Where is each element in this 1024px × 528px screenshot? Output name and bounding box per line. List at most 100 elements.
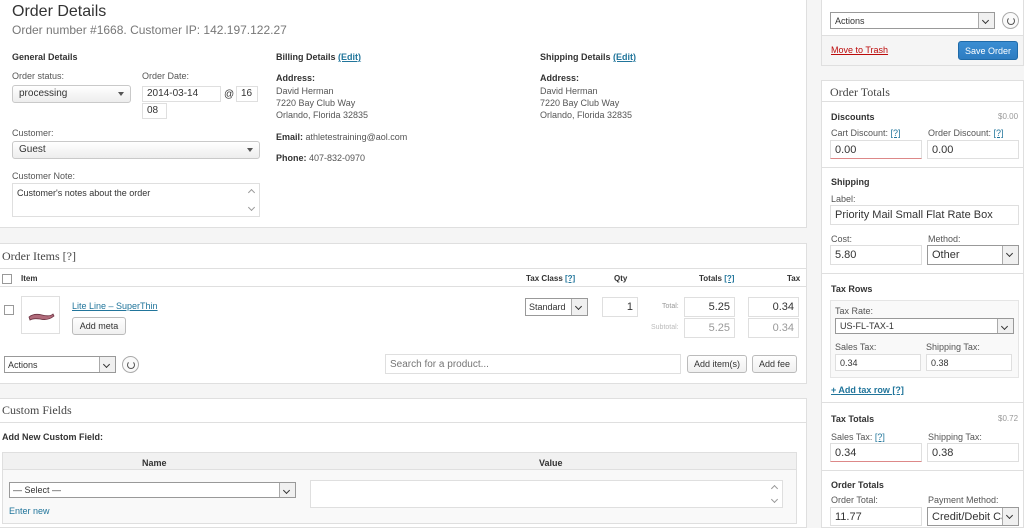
discounts-heading: Discounts xyxy=(831,112,875,122)
order-date-label: Order Date: xyxy=(142,71,190,81)
order-items-title: Order Items [?] xyxy=(2,249,76,263)
custom-field-name-select[interactable]: — Select — xyxy=(9,482,296,498)
divider xyxy=(822,273,1023,274)
customer-note-label: Customer Note: xyxy=(12,171,76,181)
scroll-up-icon xyxy=(770,484,779,493)
divider xyxy=(822,402,1023,403)
customer-select[interactable]: Guest xyxy=(12,141,260,159)
custom-fields-title: Custom Fields xyxy=(2,403,72,417)
chevron-down-icon xyxy=(99,357,115,372)
chevron-down-icon xyxy=(247,148,253,152)
payment-method-select[interactable]: Credit/Debit Ca xyxy=(927,507,1019,526)
items-actions-value: Actions xyxy=(8,360,38,370)
save-order-button[interactable]: Save Order xyxy=(958,41,1018,60)
at-symbol: @ xyxy=(224,89,235,100)
divider xyxy=(822,167,1023,168)
column-item: Item xyxy=(21,274,38,283)
shipping-tax-input[interactable] xyxy=(927,443,1019,462)
tax-rate-select[interactable]: US-FL-TAX-1 xyxy=(835,318,1014,334)
refresh-icon[interactable] xyxy=(122,356,139,373)
chevron-down-icon xyxy=(978,13,994,28)
row-sales-tax-label: Sales Tax: xyxy=(835,342,877,352)
page-title: Order Details xyxy=(12,3,107,20)
line-tax-input[interactable] xyxy=(748,297,799,317)
product-name-link[interactable]: Lite Line – SuperThin xyxy=(72,301,158,311)
divider xyxy=(0,422,807,423)
customer-note-textarea[interactable]: Customer's notes about the order xyxy=(12,183,260,217)
line-subtotal-input[interactable] xyxy=(684,318,735,338)
column-name: Name xyxy=(142,458,167,468)
add-items-button[interactable]: Add item(s) xyxy=(687,355,747,373)
column-value: Value xyxy=(539,458,563,468)
tax-rate-label: Tax Rate: xyxy=(835,306,874,316)
shipping-method-label: Method: xyxy=(928,234,961,244)
order-discount-input[interactable] xyxy=(927,140,1019,159)
items-actions-select[interactable]: Actions xyxy=(4,356,116,373)
shipping-city: Orlando, Florida 32835 xyxy=(540,110,633,120)
shipping-label-input[interactable] xyxy=(830,205,1019,225)
order-discount-label: Order Discount: [?] xyxy=(928,128,1004,138)
tax-class-select[interactable]: Standard xyxy=(525,298,588,316)
billing-details-heading: Billing Details (Edit) xyxy=(276,52,362,62)
order-actions-value: Actions xyxy=(835,16,865,26)
shipping-name: David Herman xyxy=(540,86,598,96)
order-status-value: processing xyxy=(19,88,68,99)
product-search-input[interactable] xyxy=(385,354,681,374)
add-fee-button[interactable]: Add fee xyxy=(752,355,797,373)
shipping-edit-link[interactable]: (Edit) xyxy=(613,52,636,62)
sales-tax-input[interactable] xyxy=(830,443,922,462)
shipping-cost-input[interactable] xyxy=(830,245,922,265)
add-meta-button[interactable]: Add meta xyxy=(72,317,126,335)
tax-totals-heading: Tax Totals xyxy=(831,414,875,424)
order-actions-select[interactable]: Actions xyxy=(830,12,995,29)
subtotal-label: Subtotal: xyxy=(651,324,679,331)
chevron-down-icon xyxy=(997,319,1013,333)
cart-discount-input[interactable] xyxy=(830,140,922,159)
order-status-select[interactable]: processing xyxy=(12,85,131,103)
sales-tax-label: Sales Tax: [?] xyxy=(831,432,885,442)
enter-new-link[interactable]: Enter new xyxy=(9,506,50,516)
line-total-input[interactable] xyxy=(684,297,735,317)
divider xyxy=(0,286,807,287)
refresh-icon[interactable] xyxy=(1002,12,1019,29)
order-total-label: Order Total: xyxy=(831,495,878,505)
chevron-down-icon xyxy=(1002,246,1018,264)
tax-totals-amount: $0.72 xyxy=(998,414,1019,423)
billing-edit-link[interactable]: (Edit) xyxy=(338,52,361,62)
qty-input[interactable] xyxy=(602,297,638,317)
tax-rate-value: US-FL-TAX-1 xyxy=(840,321,894,331)
row-shipping-tax-input[interactable] xyxy=(926,354,1012,371)
line-subtotal-tax-input[interactable] xyxy=(748,318,799,338)
custom-fields-table-header xyxy=(2,452,797,470)
payment-method-value: Credit/Debit Ca xyxy=(932,511,1008,523)
customer-label: Customer: xyxy=(12,128,54,138)
row-sales-tax-input[interactable] xyxy=(835,354,921,371)
select-all-checkbox[interactable] xyxy=(2,274,12,284)
order-hour-input[interactable] xyxy=(236,86,258,102)
chevron-down-icon xyxy=(279,483,295,497)
add-tax-row-link[interactable]: + Add tax row [?] xyxy=(831,385,904,395)
scroll-down-icon xyxy=(770,495,779,504)
product-image-icon xyxy=(28,313,55,321)
chevron-down-icon xyxy=(118,92,124,96)
shipping-label-label: Label: xyxy=(831,194,856,204)
item-checkbox[interactable] xyxy=(4,305,14,315)
column-totals: Totals [?] xyxy=(699,274,735,283)
custom-field-value-textarea[interactable] xyxy=(310,480,783,508)
order-date-input[interactable] xyxy=(142,86,221,102)
order-totals-title: Order Totals xyxy=(830,85,890,99)
move-to-trash-link[interactable]: Move to Trash xyxy=(831,45,888,55)
billing-address-label: Address: xyxy=(276,73,316,83)
order-status-label: Order status: xyxy=(12,71,65,81)
product-thumbnail[interactable] xyxy=(21,296,60,334)
shipping-method-select[interactable]: Other xyxy=(927,245,1019,265)
general-details-heading: General Details xyxy=(12,52,78,62)
order-subtitle: Order number #1668. Customer IP: 142.197… xyxy=(12,23,287,37)
billing-street: 7220 Bay Club Way xyxy=(276,98,356,108)
shipping-heading: Shipping xyxy=(831,177,870,187)
custom-field-select-value: — Select — xyxy=(13,485,62,495)
shipping-cost-label: Cost: xyxy=(831,234,853,244)
order-total-input[interactable] xyxy=(830,507,922,526)
order-minute-input[interactable] xyxy=(142,103,167,119)
tax-class-value: Standard xyxy=(529,302,566,312)
